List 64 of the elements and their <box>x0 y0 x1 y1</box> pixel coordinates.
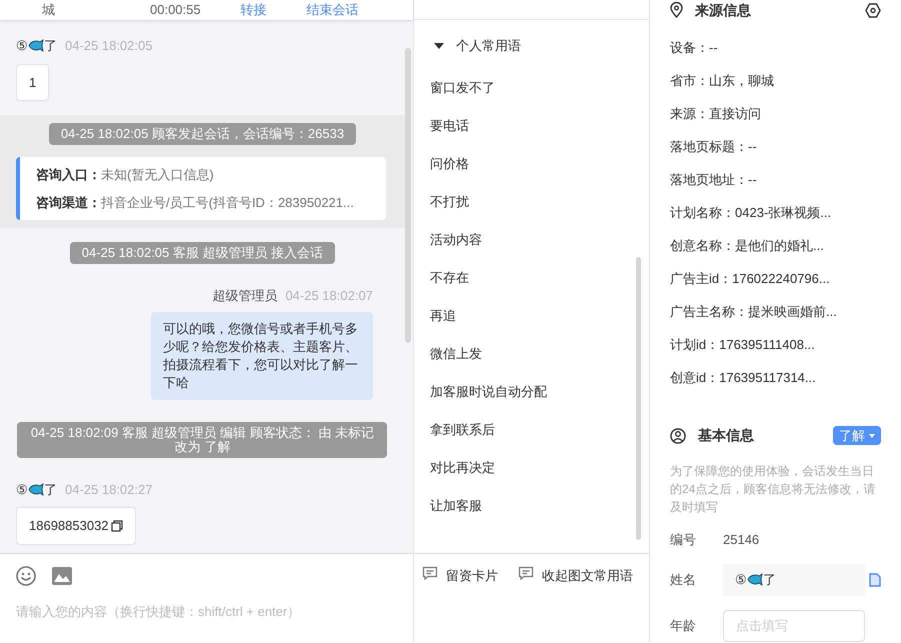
image-icon[interactable] <box>52 567 72 585</box>
field-label: 姓名 <box>670 570 697 589</box>
name-field[interactable]: ⑤ 了 <box>723 564 865 596</box>
fish-icon <box>28 39 44 52</box>
source-info-row-text: 计划名称：0423-张琳视频... <box>670 204 832 222</box>
toolbar-button[interactable]: 收起图文常用语 <box>518 566 633 584</box>
agent-message-bubble: 可以的哦，您微信号或者手机号多少呢？给您发价格表、主题客片、拍摄流程看下，您可以对比了解一下哈 <box>150 312 373 400</box>
source-info-row-text: 创意id：176395117314... <box>670 369 817 387</box>
field-label: 年龄 <box>670 616 697 635</box>
phrase-item[interactable]: 窗口发不了 <box>430 78 620 96</box>
source-info-row-text: 落地页标题：-- <box>670 138 758 156</box>
message-bubble: 18698853032 <box>16 507 136 544</box>
phrase-item[interactable]: 拿到联系后 <box>430 420 620 438</box>
source-info-row-text: 来源：直接访问 <box>670 105 762 123</box>
phrase-item[interactable]: 要电话 <box>430 116 620 134</box>
section-title: 基本信息 <box>698 426 754 445</box>
section-title: 来源信息 <box>695 0 751 20</box>
fish-icon <box>747 573 763 586</box>
system-notice: 04-25 18:02:05 客服 超级管理员 接入会话 <box>70 242 336 264</box>
message-time: 04-25 18:02:27 <box>65 480 152 498</box>
source-info-row-text: 设备：-- <box>670 39 719 57</box>
agent-name: 超级管理员 <box>212 287 278 305</box>
message-input[interactable]: 请输入您的内容（换行快捷键：shift/ctrl + enter） <box>16 602 397 622</box>
source-info-row-text: 落地页地址：-- <box>670 171 758 189</box>
phrase-item[interactable]: 不存在 <box>430 268 620 286</box>
copy-icon[interactable] <box>110 520 123 532</box>
emoji-icon[interactable] <box>16 566 36 586</box>
phrase-item[interactable]: 活动内容 <box>430 230 620 248</box>
phrase-item[interactable]: 微信上发 <box>430 344 620 362</box>
header-text: 城 <box>42 2 55 18</box>
phrase-item[interactable]: 对比再决定 <box>430 458 620 476</box>
message-bubble: 1 <box>16 64 50 101</box>
source-info-row-text: 创意名称：是他们的婚礼... <box>670 237 825 255</box>
source-info-row-text: 广告主名称：提米映画婚前... <box>670 303 838 321</box>
field-value: 25146 <box>723 531 760 549</box>
source-info-row-text: 广告主id：176022240796... <box>670 270 831 288</box>
settings-icon[interactable] <box>865 2 881 18</box>
toolbar-button[interactable]: 留资卡片 <box>422 566 498 584</box>
customer-name: ⑤ 了 <box>16 480 57 498</box>
message-icon <box>422 566 438 580</box>
phrase-group-toggle[interactable]: 个人常用语 <box>430 36 620 56</box>
message-time: 04-25 18:02:07 <box>285 287 373 305</box>
phrase-item[interactable]: 问价格 <box>430 154 620 172</box>
phrase-item[interactable]: 不打扰 <box>430 192 620 210</box>
phrase-item[interactable]: 让加客服 <box>430 496 620 514</box>
message-time: 04-25 18:02:05 <box>65 37 152 55</box>
phrase-item[interactable]: 加客服时说自动分配 <box>430 382 620 400</box>
phrase-item[interactable]: 再追 <box>430 306 620 324</box>
system-notice: 04-25 18:02:05 顾客发起会话，会话编号：26533 <box>48 123 356 145</box>
session-timer: 00:00:55 <box>150 2 201 18</box>
source-info-row-text: 计划id：176395111408... <box>670 336 816 354</box>
scrollbar[interactable] <box>404 48 411 343</box>
source-info-row-text: 省市：山东，聊城 <box>670 72 775 90</box>
field-label: 编号 <box>670 531 697 549</box>
location-pin-icon <box>670 2 683 18</box>
fish-icon <box>28 482 44 496</box>
entry-info-row-text: 咨询入口：未知(暂无入口信息) <box>36 166 215 184</box>
customer-name: ⑤ 了 <box>16 37 57 55</box>
scrollbar[interactable] <box>636 257 641 540</box>
user-icon <box>670 428 686 444</box>
notice-text: 为了保障您的使用体验，会话发生当日的24点之后，顾客信息将无法修改，请及时填写 <box>670 463 876 516</box>
entry-info-row-text: 咨询渠道：抖音企业号/员工号(抖音号ID：283950221... <box>36 194 355 212</box>
message-icon <box>518 566 534 580</box>
system-notice: 04-25 18:02:09 客服 超级管理员 编辑 顾客状态： 由 未标记改为 了解 <box>17 422 388 458</box>
